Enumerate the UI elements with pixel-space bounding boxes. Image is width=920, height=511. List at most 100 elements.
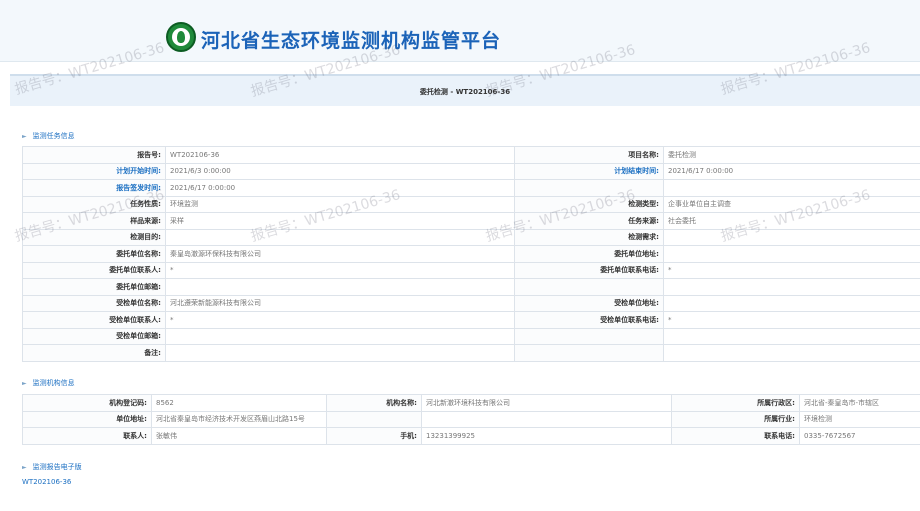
table-row: 委托单位联系人: * 委托单位联系电话: *: [22, 261, 920, 279]
field-label: 委托单位邮箱:: [22, 278, 166, 296]
field-label: 任务性质:: [22, 195, 166, 213]
report-pdf-link[interactable]: WT202106-36: [22, 478, 71, 486]
field-value: [165, 228, 515, 246]
table-row: 报告签发时间: 2021/6/17 0:00:00: [22, 179, 920, 197]
field-value: 河北遵荣新能源科技有限公司: [165, 294, 515, 312]
field-value: 2021/6/3 0:00:00: [165, 162, 515, 180]
field-label: 计划开始时间:: [22, 162, 166, 180]
org-info-table: 机构登记码: 8562 机构名称: 河北新澈环境科技有限公司 所属行政区: 河北省-秦皇岛…: [22, 394, 920, 445]
field-value: 社会委托: [663, 212, 920, 230]
field-label: 受检单位邮箱:: [22, 327, 166, 345]
field-label: 联系电话:: [671, 427, 800, 445]
field-value: [663, 245, 920, 263]
field-label: [514, 179, 664, 197]
task-section-title: 监测任务信息: [32, 132, 75, 140]
chevron-right-icon: ►: [22, 380, 27, 387]
field-label: 备注:: [22, 344, 166, 362]
field-label: 手机:: [326, 427, 422, 445]
field-label: 计划结束时间:: [514, 162, 664, 180]
field-label: 委托单位地址:: [514, 245, 664, 263]
table-row: 委托单位邮箱:: [22, 278, 920, 296]
table-row: 受检单位联系人: * 受检单位联系电话: *: [22, 311, 920, 329]
field-value: 委托检测: [663, 146, 920, 164]
org-section-header[interactable]: ► 监测机构信息: [22, 378, 75, 388]
field-value: WT202106-36: [165, 146, 515, 164]
table-row: 机构登记码: 8562 机构名称: 河北新澈环境科技有限公司 所属行政区: 河北省-秦皇岛…: [22, 394, 920, 412]
field-value: 13231399925: [421, 427, 672, 445]
field-value: [421, 410, 672, 428]
field-value: *: [165, 261, 515, 279]
field-label: [514, 278, 664, 296]
site-title: 河北省生态环境监测机构监管平台: [201, 30, 502, 52]
field-label: [514, 327, 664, 345]
page-title: 委托检测 - WT202106-36: [419, 88, 511, 96]
field-value: [663, 179, 920, 197]
field-label: 所属行业:: [671, 410, 800, 428]
table-row: 任务性质: 环境监测 检测类型: 企事业单位自主调查: [22, 195, 920, 213]
field-value: [663, 294, 920, 312]
field-label: 任务来源:: [514, 212, 664, 230]
field-value: 张敏伟: [151, 427, 327, 445]
field-value: 采样: [165, 212, 515, 230]
table-row: 备注:: [22, 344, 920, 362]
field-label: 报告号:: [22, 146, 166, 164]
field-value: [663, 327, 920, 345]
pdf-section-title: 监测报告电子版: [32, 463, 82, 471]
field-label: 单位地址:: [22, 410, 152, 428]
field-value: 河北省秦皇岛市经济技术开发区燕眉山北路15号: [151, 410, 327, 428]
field-label: 机构登记码:: [22, 394, 152, 412]
field-value: 河北新澈环境科技有限公司: [421, 394, 672, 412]
field-label: [514, 344, 664, 362]
field-value: [165, 327, 515, 345]
field-value: 河北省-秦皇岛市-市辖区: [799, 394, 920, 412]
site-header: 河北省生态环境监测机构监管平台: [0, 0, 920, 62]
field-value: *: [663, 261, 920, 279]
field-value: [663, 228, 920, 246]
field-value: [663, 344, 920, 362]
field-label: 受检单位联系电话:: [514, 311, 664, 329]
ministry-logo: [166, 22, 196, 52]
field-value: 0335-7672567: [799, 427, 920, 445]
table-row: 计划开始时间: 2021/6/3 0:00:00 计划结束时间: 2021/6/17 …: [22, 162, 920, 180]
field-value: 2021/6/17 0:00:00: [663, 162, 920, 180]
field-value: [663, 278, 920, 296]
table-row: 检测目的: 检测需求:: [22, 228, 920, 246]
field-label: [326, 410, 422, 428]
field-label: 机构名称:: [326, 394, 422, 412]
table-row: 委托单位名称: 秦皇岛澈源环保科技有限公司 委托单位地址:: [22, 245, 920, 263]
org-section-title: 监测机构信息: [32, 379, 75, 387]
field-label: 委托单位联系人:: [22, 261, 166, 279]
field-label: 联系人:: [22, 427, 152, 445]
field-label: 检测目的:: [22, 228, 166, 246]
field-label: 委托单位联系电话:: [514, 261, 664, 279]
field-value: 8562: [151, 394, 327, 412]
field-value: 环境监测: [165, 195, 515, 213]
field-label: 受检单位联系人:: [22, 311, 166, 329]
field-value: 2021/6/17 0:00:00: [165, 179, 515, 197]
field-value: *: [663, 311, 920, 329]
chevron-right-icon: ►: [22, 464, 27, 471]
field-label: 受检单位地址:: [514, 294, 664, 312]
chevron-right-icon: ►: [22, 133, 27, 140]
field-value: 企事业单位自主调查: [663, 195, 920, 213]
field-label: 检测类型:: [514, 195, 664, 213]
field-label: 项目名称:: [514, 146, 664, 164]
field-value: [165, 278, 515, 296]
task-info-table: 报告号: WT202106-36 项目名称: 委托检测 计划开始时间: 2021/6/3 …: [22, 146, 920, 362]
table-row: 样品来源: 采样 任务来源: 社会委托: [22, 212, 920, 230]
field-label: 样品来源:: [22, 212, 166, 230]
table-row: 单位地址: 河北省秦皇岛市经济技术开发区燕眉山北路15号 所属行业: 环境检测: [22, 410, 920, 428]
field-label: 受检单位名称:: [22, 294, 166, 312]
task-section-header[interactable]: ► 监测任务信息: [22, 131, 75, 141]
field-label: 委托单位名称:: [22, 245, 166, 263]
table-row: 报告号: WT202106-36 项目名称: 委托检测: [22, 146, 920, 164]
table-row: 受检单位名称: 河北遵荣新能源科技有限公司 受检单位地址:: [22, 294, 920, 312]
page-title-bar: 委托检测 - WT202106-36: [10, 74, 920, 106]
field-label: 所属行政区:: [671, 394, 800, 412]
field-value: *: [165, 311, 515, 329]
field-value: 秦皇岛澈源环保科技有限公司: [165, 245, 515, 263]
field-label: 报告签发时间:: [22, 179, 166, 197]
pdf-section-header[interactable]: ► 监测报告电子版: [22, 462, 82, 472]
table-row: 联系人: 张敏伟 手机: 13231399925 联系电话: 0335-7672567: [22, 427, 920, 445]
table-row: 受检单位邮箱:: [22, 327, 920, 345]
